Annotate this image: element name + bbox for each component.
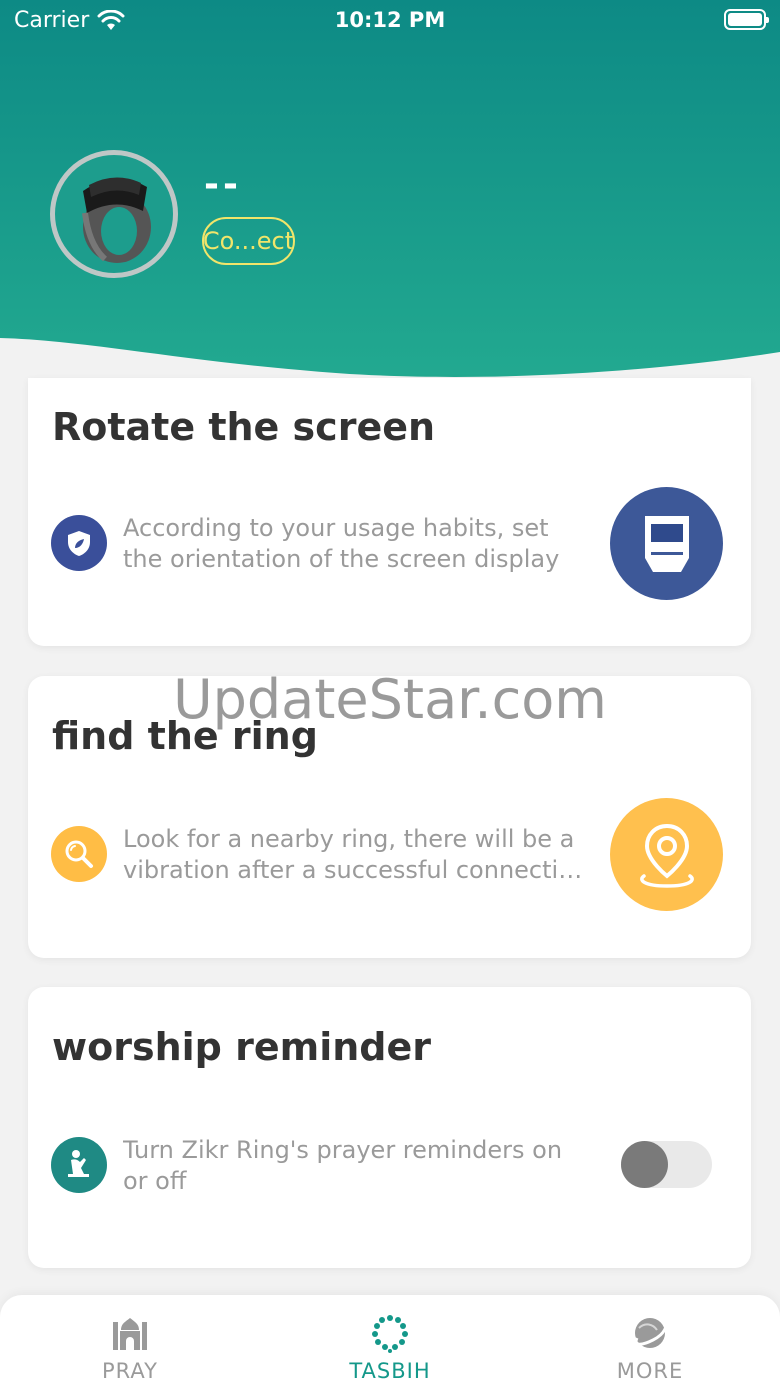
connect-button[interactable]: Co...ect	[202, 217, 295, 265]
planet-icon	[630, 1313, 670, 1353]
description-line: According to your usage habits, set	[123, 514, 549, 542]
tasbih-beads-icon	[370, 1313, 410, 1353]
tab-label: PRAY	[102, 1359, 158, 1383]
description-line: the orientation of the screen display	[123, 545, 560, 573]
card-title: find the ring	[52, 714, 318, 758]
location-pin-icon	[639, 823, 694, 888]
card-description: Look for a nearby ring, there will be a …	[123, 824, 585, 886]
tab-label: MORE	[616, 1359, 684, 1383]
card-description: Turn Zikr Ring's prayer reminders on or …	[123, 1135, 585, 1197]
status-bar: Carrier 10:12 PM	[0, 0, 780, 40]
card-description: According to your usage habits, set the …	[123, 513, 585, 575]
screen-rotate-icon	[644, 515, 689, 572]
device-name: --	[204, 164, 242, 205]
find-ring-button[interactable]	[610, 798, 723, 911]
shield-icon	[51, 515, 107, 571]
tab-pray[interactable]: PRAY	[0, 1295, 260, 1387]
ring-avatar[interactable]	[50, 150, 178, 278]
card-title: worship reminder	[52, 1025, 431, 1069]
search-icon	[51, 826, 107, 882]
battery-icon	[724, 9, 769, 30]
tab-label: TASBIH	[349, 1359, 431, 1383]
rotate-screen-card[interactable]: Rotate the screen According to your usag…	[28, 378, 751, 646]
toggle-knob	[621, 1141, 668, 1188]
find-ring-card[interactable]: find the ring Look for a nearby ring, th…	[28, 676, 751, 958]
tab-bar: PRAY TASBIH MORE	[0, 1295, 780, 1387]
tab-more[interactable]: MORE	[520, 1295, 780, 1387]
description-line: Turn Zikr Ring's prayer reminders on	[123, 1136, 563, 1164]
card-title: Rotate the screen	[52, 405, 436, 449]
description-line: Look for a nearby ring, there will be a	[123, 825, 575, 853]
description-line: or off	[123, 1167, 187, 1195]
mosque-icon	[110, 1313, 150, 1353]
praying-person-icon	[51, 1137, 107, 1193]
header: Carrier 10:12 PM -- Co...ect	[0, 0, 780, 395]
ring-image	[82, 177, 151, 263]
worship-reminder-card: worship reminder Turn Zikr Ring's prayer…	[28, 987, 751, 1268]
rotate-screen-button[interactable]	[610, 487, 723, 600]
reminder-toggle[interactable]	[621, 1141, 712, 1188]
description-line: vibration after a successful connection	[123, 856, 585, 884]
tab-tasbih[interactable]: TASBIH	[260, 1295, 520, 1387]
clock: 10:12 PM	[334, 8, 446, 32]
